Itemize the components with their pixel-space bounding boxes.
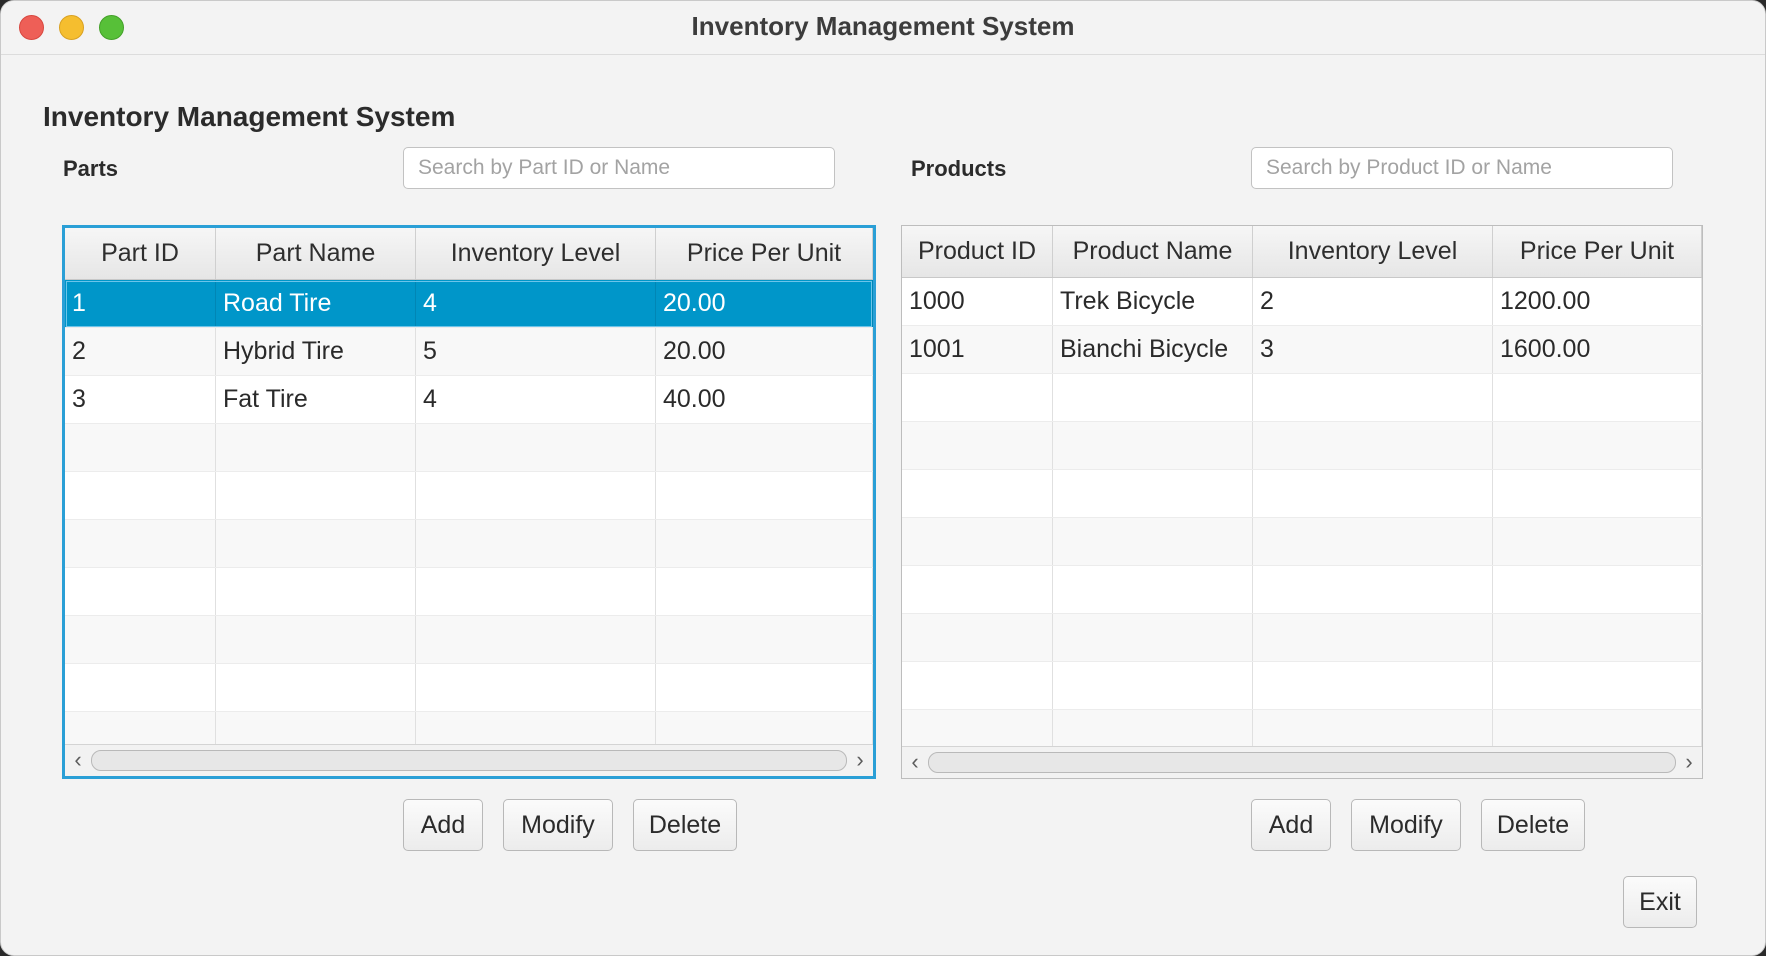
empty-row (902, 374, 1702, 422)
products-modify-button[interactable]: Modify (1351, 799, 1461, 851)
parts-modify-button[interactable]: Modify (503, 799, 613, 851)
empty-row (902, 566, 1702, 614)
app-window: Inventory Management System Inventory Ma… (0, 0, 1766, 956)
empty-row (65, 472, 873, 520)
products-table-header: Product ID Product Name Inventory Level … (902, 226, 1702, 278)
parts-delete-button[interactable]: Delete (633, 799, 737, 851)
window-title: Inventory Management System (691, 11, 1075, 41)
parts-add-button[interactable]: Add (403, 799, 483, 851)
table-cell: 20.00 (656, 280, 873, 327)
parts-col-header[interactable]: Inventory Level (416, 228, 656, 279)
empty-row (902, 662, 1702, 710)
empty-row (902, 710, 1702, 746)
table-cell: 1 (65, 280, 216, 327)
table-cell: 3 (65, 376, 216, 423)
scrollbar-thumb[interactable] (928, 752, 1676, 773)
table-cell: 1001 (902, 326, 1053, 373)
table-cell: 3 (1253, 326, 1493, 373)
table-cell: Bianchi Bicycle (1053, 326, 1253, 373)
products-delete-button[interactable]: Delete (1481, 799, 1585, 851)
parts-search-input[interactable] (403, 147, 835, 189)
empty-row (65, 568, 873, 616)
products-search-input[interactable] (1251, 147, 1673, 189)
parts-table-row[interactable]: 1 Road Tire 4 20.00 (65, 280, 873, 328)
empty-row (902, 518, 1702, 566)
parts-table-row[interactable]: 2 Hybrid Tire 5 20.00 (65, 328, 873, 376)
table-cell: 4 (416, 280, 656, 327)
parts-table-grid: Part ID Part Name Inventory Level Price … (65, 228, 873, 744)
parts-col-header[interactable]: Part Name (216, 228, 416, 279)
empty-row (902, 470, 1702, 518)
products-col-header[interactable]: Inventory Level (1253, 226, 1493, 277)
table-cell: 2 (65, 328, 216, 375)
table-cell: 1600.00 (1493, 326, 1702, 373)
table-cell: 40.00 (656, 376, 873, 423)
products-add-button[interactable]: Add (1251, 799, 1331, 851)
scrollbar-thumb[interactable] (91, 750, 847, 771)
products-col-header[interactable]: Product ID (902, 226, 1053, 277)
empty-row (65, 712, 873, 744)
table-cell: Fat Tire (216, 376, 416, 423)
products-table-row[interactable]: 1000 Trek Bicycle 2 1200.00 (902, 278, 1702, 326)
empty-row (65, 424, 873, 472)
exit-button[interactable]: Exit (1623, 876, 1697, 928)
empty-row (65, 520, 873, 568)
parts-table[interactable]: Part ID Part Name Inventory Level Price … (62, 225, 876, 779)
table-cell: 1200.00 (1493, 278, 1702, 325)
products-col-header[interactable]: Price Per Unit (1493, 226, 1702, 277)
chevron-left-icon[interactable]: ‹ (904, 750, 926, 774)
empty-row (902, 422, 1702, 470)
products-table-grid: Product ID Product Name Inventory Level … (902, 226, 1702, 746)
title-bar: Inventory Management System (1, 1, 1765, 55)
parts-col-header[interactable]: Price Per Unit (656, 228, 873, 279)
table-cell: Road Tire (216, 280, 416, 327)
table-cell: 4 (416, 376, 656, 423)
products-table-row[interactable]: 1001 Bianchi Bicycle 3 1600.00 (902, 326, 1702, 374)
parts-table-row[interactable]: 3 Fat Tire 4 40.00 (65, 376, 873, 424)
app-heading: Inventory Management System (43, 101, 456, 132)
table-cell: Hybrid Tire (216, 328, 416, 375)
products-col-header[interactable]: Product Name (1053, 226, 1253, 277)
empty-row (902, 614, 1702, 662)
table-cell: 5 (416, 328, 656, 375)
chevron-right-icon[interactable]: › (1678, 750, 1700, 774)
chevron-right-icon[interactable]: › (849, 748, 871, 772)
table-cell: Trek Bicycle (1053, 278, 1253, 325)
empty-row (65, 664, 873, 712)
empty-row (65, 616, 873, 664)
parts-label: Parts (63, 156, 119, 181)
products-horizontal-scrollbar[interactable]: ‹ › (902, 746, 1702, 778)
table-cell: 20.00 (656, 328, 873, 375)
table-cell: 1000 (902, 278, 1053, 325)
parts-table-header: Part ID Part Name Inventory Level Price … (65, 228, 873, 280)
products-table[interactable]: Product ID Product Name Inventory Level … (901, 225, 1703, 779)
table-cell: 2 (1253, 278, 1493, 325)
parts-col-header[interactable]: Part ID (65, 228, 216, 279)
chevron-left-icon[interactable]: ‹ (67, 748, 89, 772)
products-label: Products (911, 156, 1007, 181)
parts-horizontal-scrollbar[interactable]: ‹ › (65, 744, 873, 776)
